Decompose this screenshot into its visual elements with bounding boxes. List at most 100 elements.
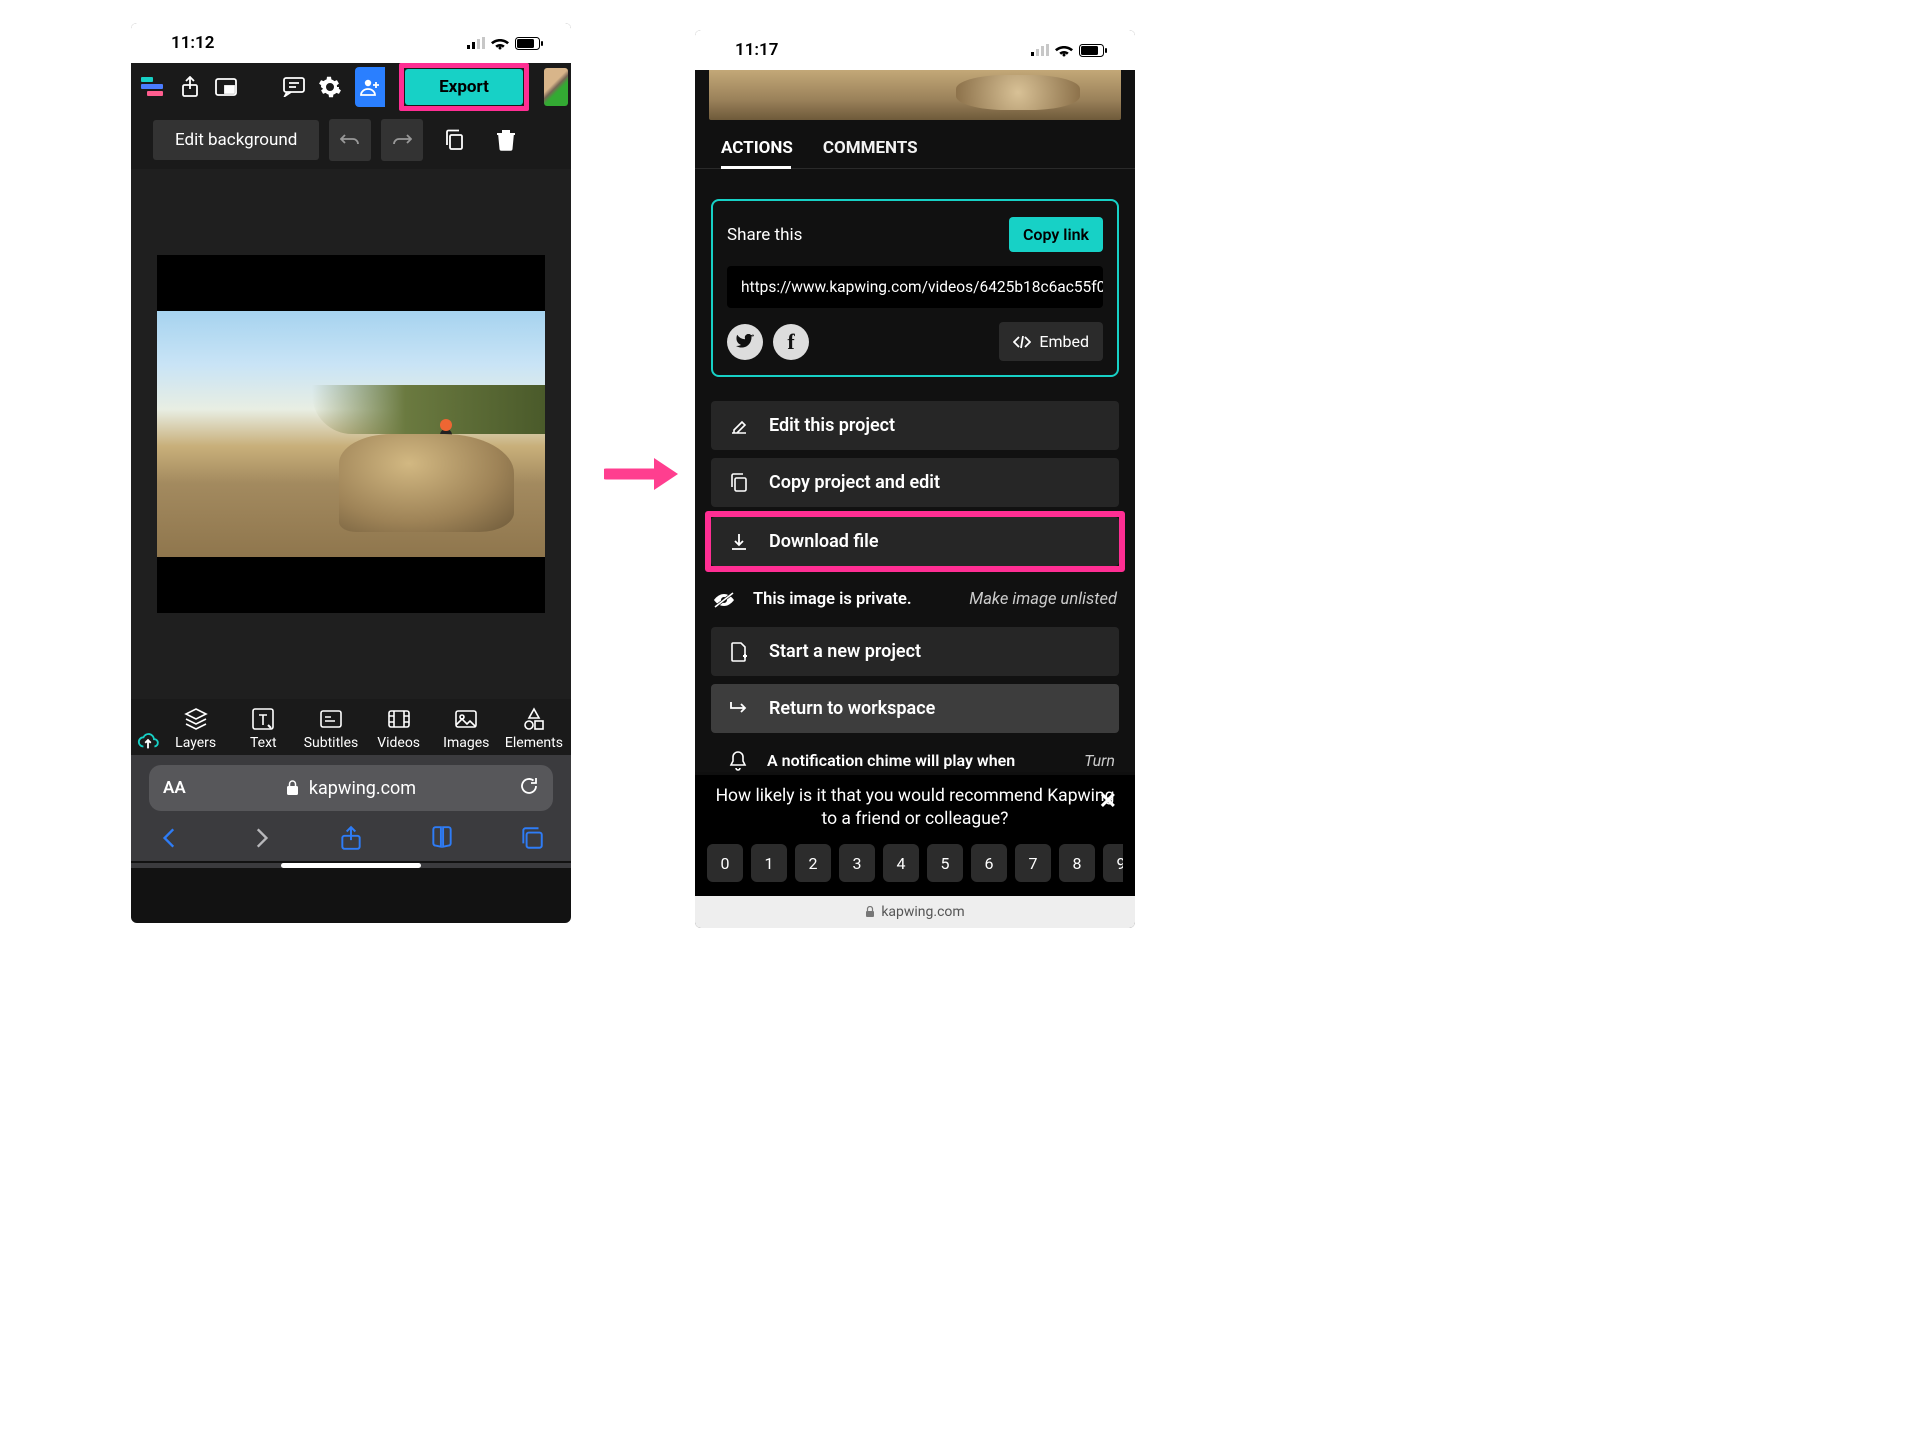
- url-domain: kapwing.com: [309, 778, 416, 799]
- share-up-icon[interactable]: [179, 76, 201, 98]
- facebook-icon[interactable]: f: [773, 324, 809, 360]
- back-icon[interactable]: [157, 825, 183, 851]
- reload-icon[interactable]: [519, 776, 539, 801]
- survey-question: How likely is it that you would recommen…: [707, 785, 1123, 844]
- kapwing-logo-icon[interactable]: [141, 77, 165, 97]
- url-pill[interactable]: AA kapwing.com: [149, 765, 553, 811]
- lock-icon: [286, 780, 299, 796]
- tab-layers[interactable]: Layers: [165, 707, 227, 751]
- tab-elements-label: Elements: [505, 735, 563, 751]
- eye-off-icon: [713, 591, 735, 609]
- scale-2[interactable]: 2: [795, 844, 831, 882]
- return-icon: [729, 698, 749, 719]
- undo-button[interactable]: [329, 119, 371, 161]
- bell-icon: [729, 751, 747, 771]
- tab-layers-label: Layers: [175, 735, 216, 751]
- embed-button[interactable]: Embed: [999, 322, 1103, 361]
- forward-icon: [248, 825, 274, 851]
- embed-label: Embed: [1039, 332, 1089, 351]
- tab-actions[interactable]: ACTIONS: [721, 138, 793, 158]
- tab-images[interactable]: Images: [435, 707, 497, 751]
- safari-mini-bar[interactable]: kapwing.com: [695, 896, 1135, 928]
- tab-comments[interactable]: COMMENTS: [823, 138, 918, 158]
- wifi-icon: [491, 37, 509, 50]
- tab-images-label: Images: [443, 735, 489, 751]
- scale-8[interactable]: 8: [1059, 844, 1095, 882]
- copy-icon[interactable]: [433, 119, 475, 161]
- bottom-toolbar: Layers Text Subtitles Videos Images Elem…: [131, 699, 571, 755]
- status-time: 11:17: [735, 40, 778, 60]
- app-toolbar: Export: [131, 63, 571, 111]
- tab-subtitles[interactable]: Subtitles: [300, 707, 362, 751]
- phone-screenshot-left: 11:12 Export: [131, 23, 571, 923]
- download-file-button[interactable]: Download file: [711, 517, 1119, 566]
- pencil-icon: [729, 417, 749, 435]
- new-project-label: Start a new project: [769, 641, 921, 662]
- safari-mini-domain: kapwing.com: [881, 904, 964, 920]
- copy-link-button[interactable]: Copy link: [1009, 217, 1103, 252]
- export-button[interactable]: Export: [405, 69, 523, 105]
- new-file-icon: [729, 642, 749, 662]
- notification-row: A notification chime will play when Turn: [695, 741, 1135, 772]
- beach-photo: [157, 311, 545, 557]
- trash-icon[interactable]: [485, 119, 527, 161]
- comment-icon[interactable]: [283, 76, 305, 98]
- new-project-button[interactable]: Start a new project: [711, 627, 1119, 676]
- lock-icon: [865, 906, 875, 918]
- text-size-icon[interactable]: AA: [163, 778, 186, 798]
- photo-person: [440, 419, 452, 431]
- download-highlight: Download file: [705, 511, 1125, 572]
- redo-button[interactable]: [381, 119, 423, 161]
- video-preview[interactable]: [709, 70, 1121, 120]
- cellular-icon: [1031, 44, 1049, 56]
- copy-project-button[interactable]: Copy project and edit: [711, 458, 1119, 507]
- download-file-label: Download file: [769, 531, 879, 552]
- scale-9[interactable]: 9: [1103, 844, 1123, 882]
- edit-project-button[interactable]: Edit this project: [711, 401, 1119, 450]
- bookmarks-icon[interactable]: [429, 825, 455, 851]
- edit-background-button[interactable]: Edit background: [153, 120, 319, 160]
- add-user-button[interactable]: [355, 67, 385, 107]
- picture-in-picture-icon[interactable]: [215, 76, 237, 98]
- scale-7[interactable]: 7: [1015, 844, 1051, 882]
- safari-share-icon[interactable]: [338, 825, 364, 851]
- battery-icon: [515, 37, 543, 50]
- export-highlight: Export: [399, 63, 529, 111]
- status-bar: 11:17: [695, 30, 1135, 70]
- copy-icon: [729, 473, 749, 493]
- scale-0[interactable]: 0: [707, 844, 743, 882]
- upload-cloud-icon[interactable]: [137, 731, 159, 751]
- close-icon[interactable]: ✕: [1099, 787, 1117, 817]
- share-url-field[interactable]: https://www.kapwing.com/videos/6425b18c6…: [727, 266, 1103, 308]
- return-workspace-label: Return to workspace: [769, 698, 935, 719]
- privacy-row: This image is private. Make image unlist…: [695, 578, 1135, 627]
- scale-6[interactable]: 6: [971, 844, 1007, 882]
- nps-survey: How likely is it that you would recommen…: [695, 775, 1135, 896]
- return-workspace-button[interactable]: Return to workspace: [711, 684, 1119, 733]
- notification-toggle-link[interactable]: Turn: [1084, 751, 1115, 770]
- scale-4[interactable]: 4: [883, 844, 919, 882]
- status-icons: [1031, 44, 1107, 57]
- tab-underline: [721, 166, 791, 169]
- tab-videos[interactable]: Videos: [368, 707, 430, 751]
- gear-icon[interactable]: [319, 76, 341, 98]
- twitter-icon[interactable]: [727, 324, 763, 360]
- scale-5[interactable]: 5: [927, 844, 963, 882]
- notification-text: A notification chime will play when: [767, 751, 1064, 772]
- arrow-icon: [604, 454, 680, 494]
- safari-nav: [131, 817, 571, 861]
- tabs-icon[interactable]: [519, 825, 545, 851]
- avatar[interactable]: [544, 68, 568, 106]
- cellular-icon: [467, 37, 485, 49]
- canvas-area[interactable]: [131, 169, 571, 699]
- share-title: Share this: [727, 225, 802, 245]
- tab-elements[interactable]: Elements: [503, 707, 565, 751]
- tab-videos-label: Videos: [377, 735, 420, 751]
- scale-1[interactable]: 1: [751, 844, 787, 882]
- scale-3[interactable]: 3: [839, 844, 875, 882]
- make-unlisted-link[interactable]: Make image unlisted: [969, 590, 1117, 609]
- status-icons: [467, 37, 543, 50]
- tab-text[interactable]: Text: [232, 707, 294, 751]
- safari-url-bar: AA kapwing.com: [131, 755, 571, 817]
- survey-scale: 0 1 2 3 4 5 6 7 8 9 10: [707, 844, 1123, 882]
